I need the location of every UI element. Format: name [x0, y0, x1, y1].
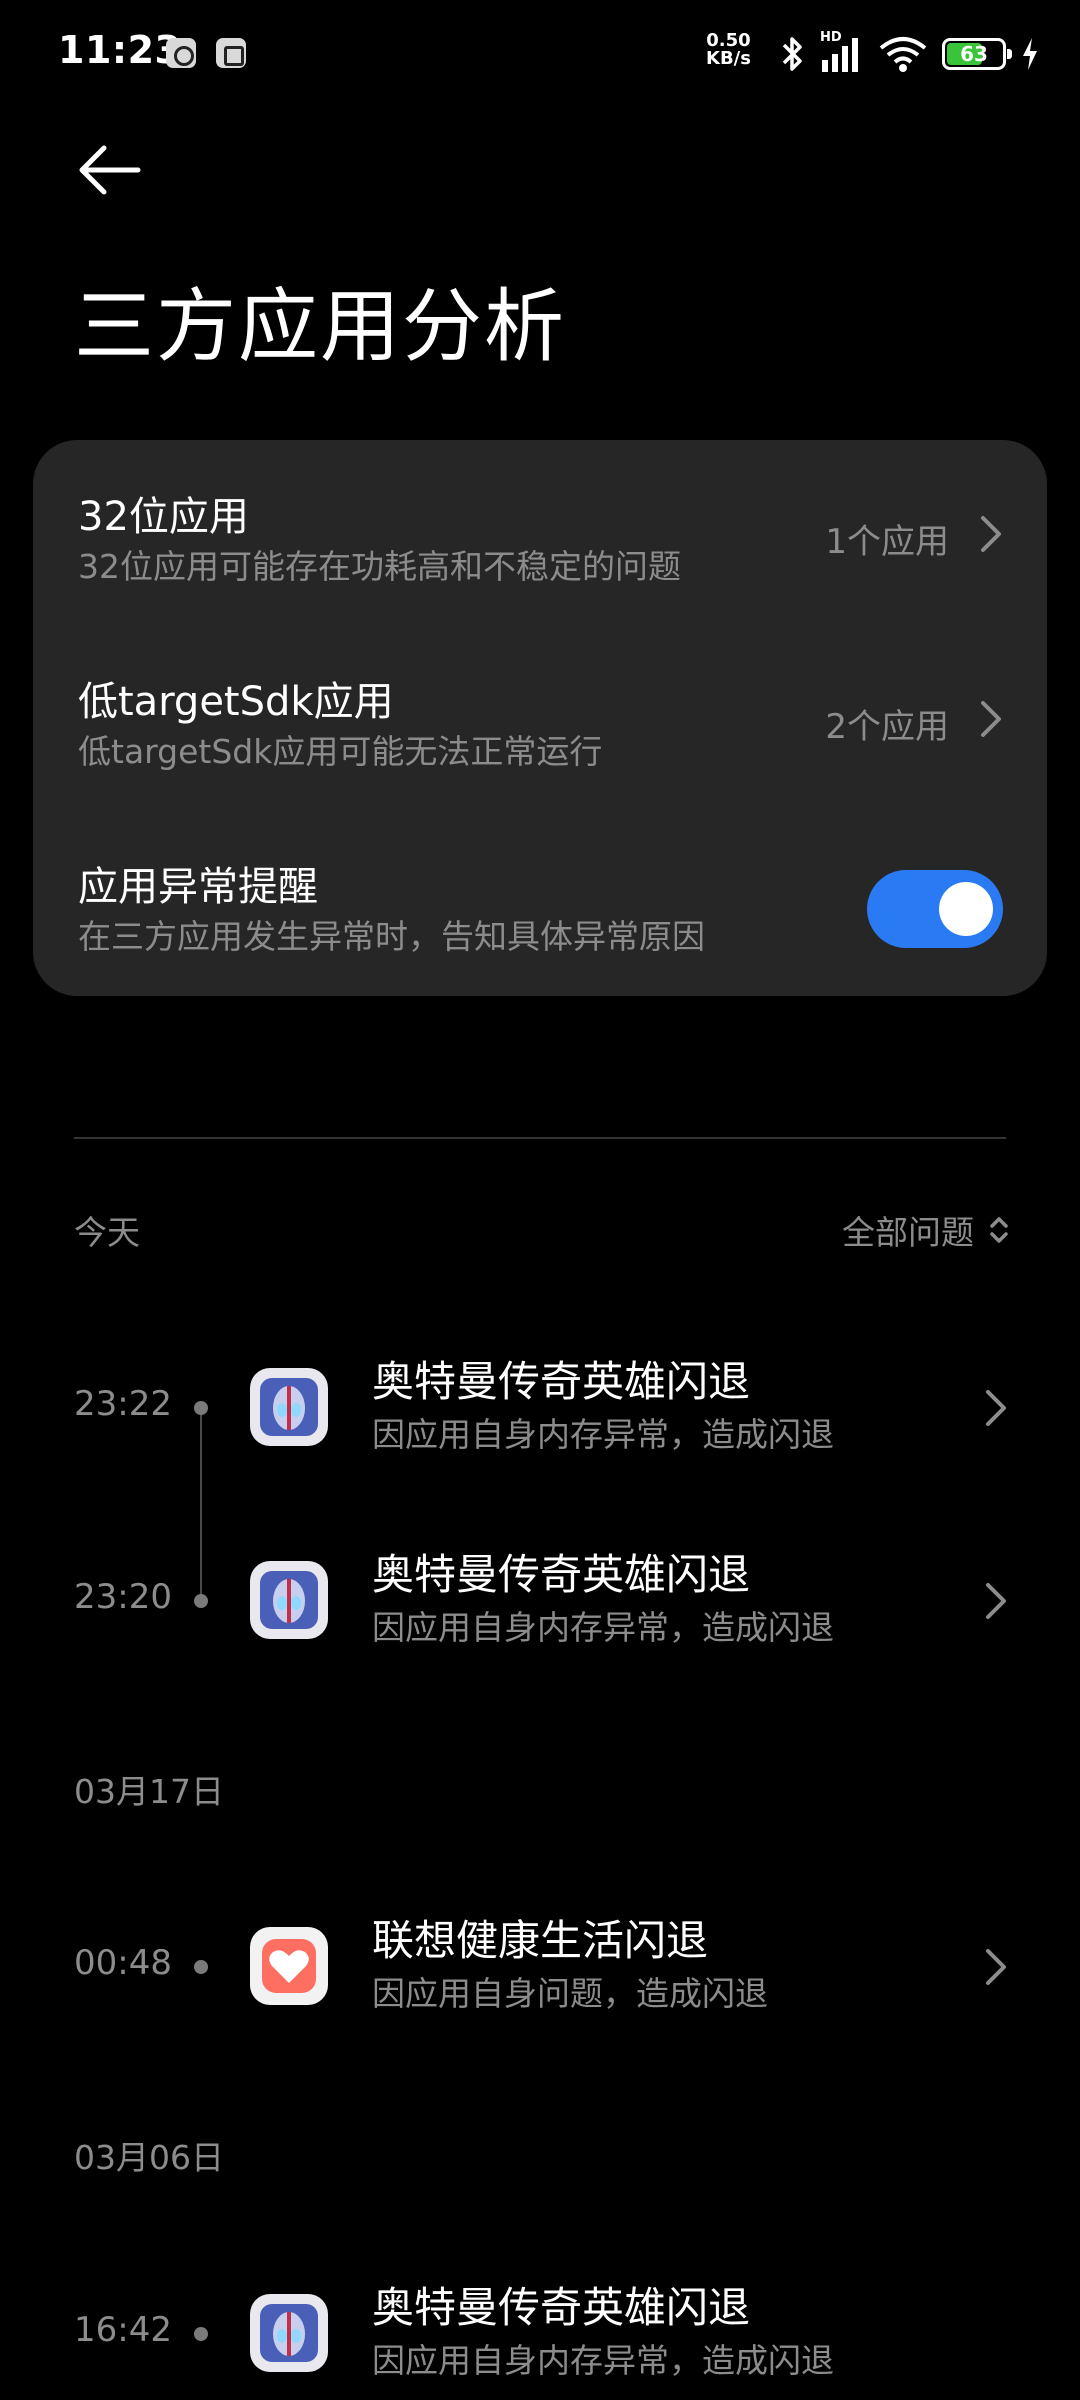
crash-entry[interactable]: 00:48 联想健康生活闪退 因应用自身问题，造成闪退 [0, 1907, 1080, 2027]
issue-filter-dropdown[interactable]: 全部问题 [842, 1206, 1010, 1254]
exception-alert-toggle[interactable] [867, 870, 1003, 948]
chevron-right-icon [981, 516, 1001, 552]
crash-entry[interactable]: 23:20 奥特曼传奇英雄闪退 因应用自身内存异常，造成闪退 [0, 1541, 1080, 1661]
wifi-icon [878, 34, 928, 74]
row-subtitle: 在三方应用发生异常时，告知具体异常原因 [78, 917, 705, 956]
crash-entry[interactable]: 23:22 奥特曼传奇英雄闪退 因应用自身内存异常，造成闪退 [0, 1348, 1080, 1468]
entry-time: 16:42 [74, 2310, 172, 2350]
timeline-dot [194, 1401, 208, 1415]
chevron-right-icon [981, 701, 1001, 737]
entry-subtitle: 因应用自身内存异常，造成闪退 [372, 1415, 834, 1454]
entry-title: 奥特曼传奇英雄闪退 [372, 2283, 751, 2332]
row-app-exception-alert: 应用异常提醒 在三方应用发生异常时，告知具体异常原因 [33, 850, 1047, 1010]
crash-entry[interactable]: 16:42 奥特曼传奇英雄闪退 因应用自身内存异常，造成闪退 [0, 2274, 1080, 2394]
entry-subtitle: 因应用自身内存异常，造成闪退 [372, 2341, 834, 2380]
row-title: 应用异常提醒 [78, 864, 318, 910]
ultraman-app-icon [250, 1368, 328, 1446]
back-button[interactable] [74, 140, 146, 200]
entry-subtitle: 因应用自身问题，造成闪退 [372, 1974, 768, 2013]
charging-icon [1020, 36, 1040, 72]
chevron-right-icon [986, 1583, 1006, 1619]
row-title: 32位应用 [78, 494, 249, 540]
status-bar: 11:23 0.50 KB/s HD 63 [0, 0, 1080, 110]
row-subtitle: 低targetSdk应用可能无法正常运行 [78, 732, 603, 771]
settings-card: 32位应用 32位应用可能存在功耗高和不稳定的问题 1个应用 低targetSd… [33, 440, 1047, 996]
toggle-knob [939, 882, 993, 936]
chevron-right-icon [986, 1949, 1006, 1985]
timeline-dot [194, 1594, 208, 1608]
back-arrow-icon [79, 145, 141, 195]
entry-time: 00:48 [74, 1943, 172, 1983]
row-32bit-apps[interactable]: 32位应用 32位应用可能存在功耗高和不稳定的问题 1个应用 [33, 480, 1047, 640]
bluetooth-icon [780, 34, 806, 74]
entry-title: 奥特曼传奇英雄闪退 [372, 1550, 751, 1599]
ultraman-app-icon [250, 1561, 328, 1639]
ultraman-app-icon [250, 2294, 328, 2372]
row-title: 低targetSdk应用 [78, 679, 394, 725]
timeline-dot [194, 1960, 208, 1974]
section-header-today: 今天 [74, 1213, 140, 1252]
entry-time: 23:22 [74, 1384, 172, 1424]
row-low-targetsdk-apps[interactable]: 低targetSdk应用 低targetSdk应用可能无法正常运行 2个应用 [33, 665, 1047, 825]
entry-time: 23:20 [74, 1577, 172, 1617]
battery-icon: 63 [942, 38, 1012, 70]
status-time: 11:23 [58, 28, 182, 72]
divider [74, 1137, 1006, 1139]
entry-title: 联想健康生活闪退 [372, 1916, 709, 1965]
chevron-right-icon [986, 1390, 1006, 1426]
filter-label: 全部问题 [842, 1213, 974, 1252]
notification-icon [166, 38, 196, 68]
up-down-chevron-icon [990, 1217, 1008, 1243]
row-subtitle: 32位应用可能存在功耗高和不稳定的问题 [78, 547, 681, 586]
entry-subtitle: 因应用自身内存异常，造成闪退 [372, 1608, 834, 1647]
network-speed: 0.50 KB/s [706, 30, 751, 69]
section-header-date: 03月17日 [74, 1772, 224, 1811]
notification-icon [216, 38, 246, 68]
entry-title: 奥特曼传奇英雄闪退 [372, 1357, 751, 1406]
health-app-icon [250, 1927, 328, 2005]
page-title: 三方应用分析 [74, 280, 566, 373]
section-header-date: 03月06日 [74, 2138, 224, 2177]
row-value: 2个应用 [825, 707, 949, 747]
signal-icon: HD [820, 30, 864, 74]
timeline-dot [194, 2327, 208, 2341]
row-value: 1个应用 [825, 522, 949, 562]
